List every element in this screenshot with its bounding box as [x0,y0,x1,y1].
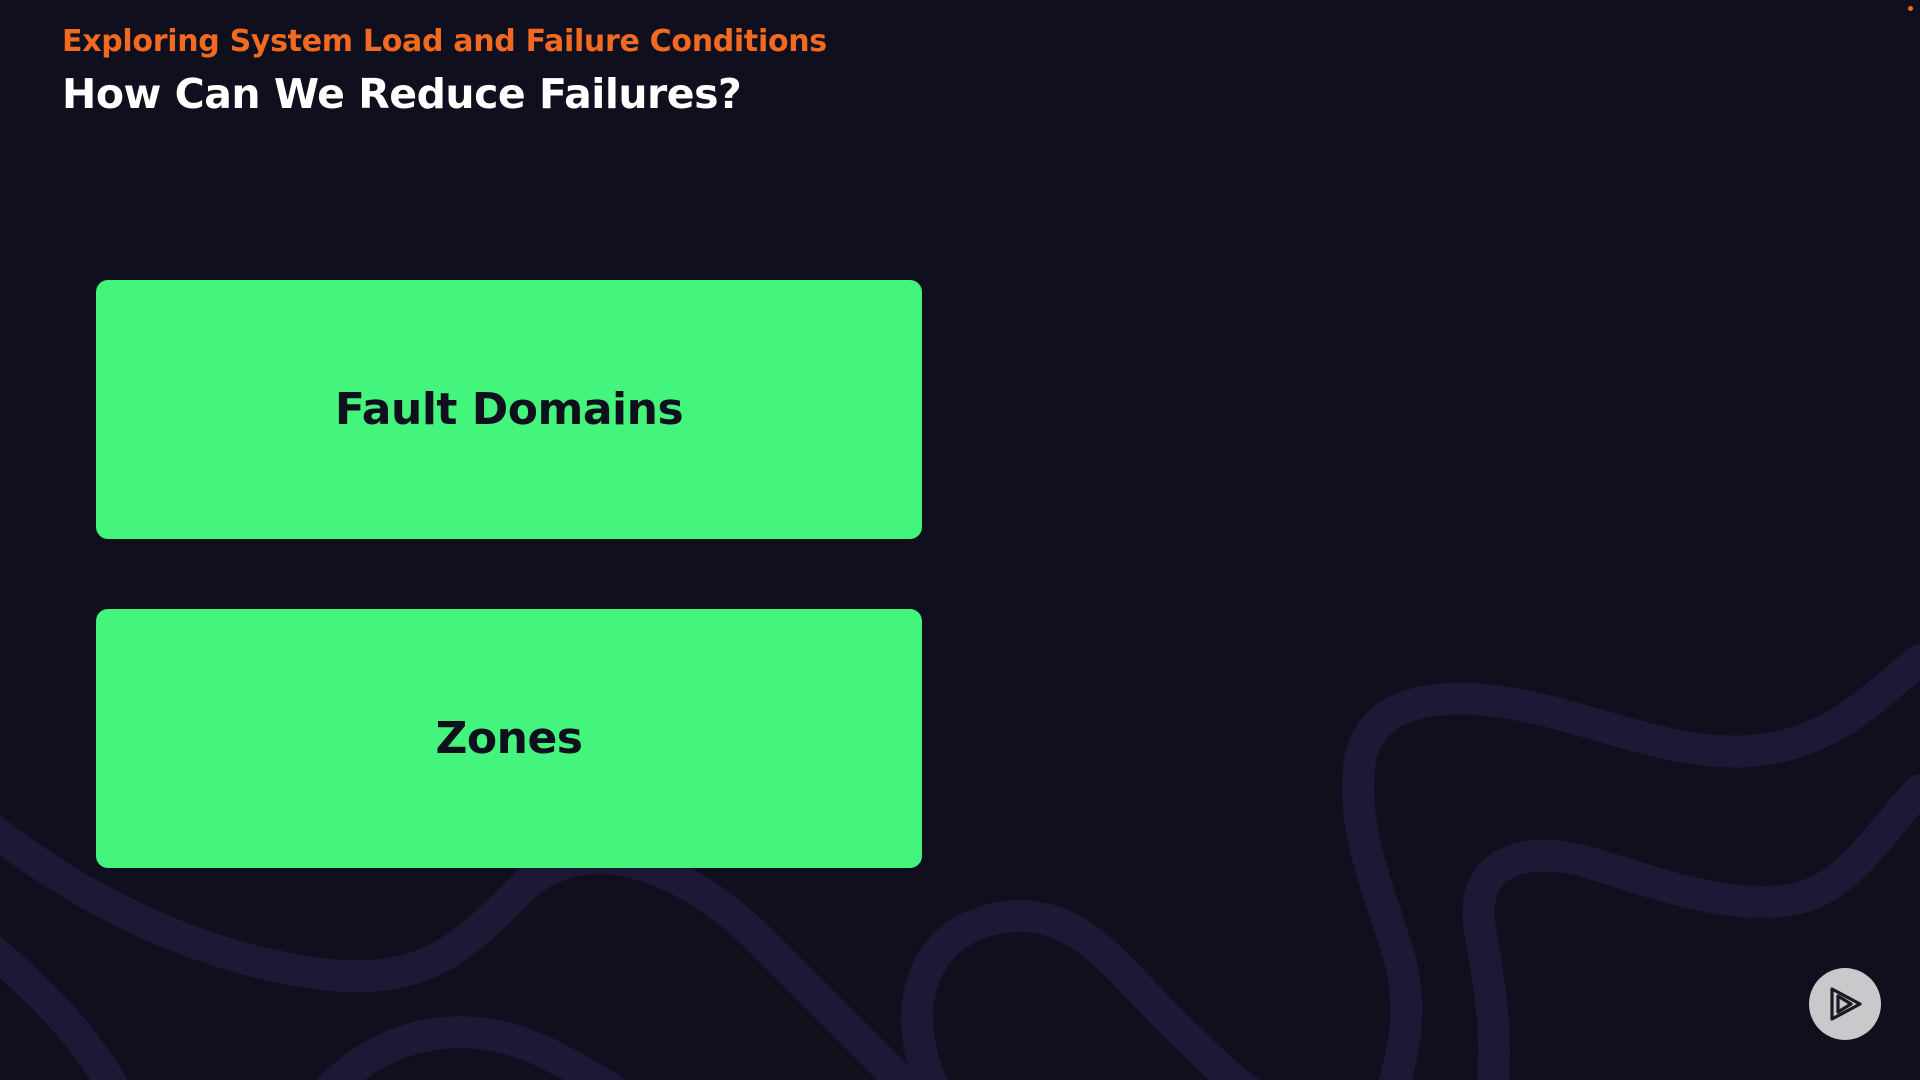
slide: Exploring System Load and Failure Condit… [0,0,1920,1080]
card-label: Fault Domains [334,384,684,435]
card-zones: Zones [96,609,922,868]
slide-subtitle: Exploring System Load and Failure Condit… [62,24,827,59]
corner-dot [1908,6,1913,11]
play-logo-icon [1830,987,1862,1021]
card-fault-domains: Fault Domains [96,280,922,539]
card-label: Zones [435,713,584,764]
slide-title: How Can We Reduce Failures? [62,70,742,118]
play-button[interactable] [1809,968,1881,1040]
background-swirls [0,644,1920,1080]
